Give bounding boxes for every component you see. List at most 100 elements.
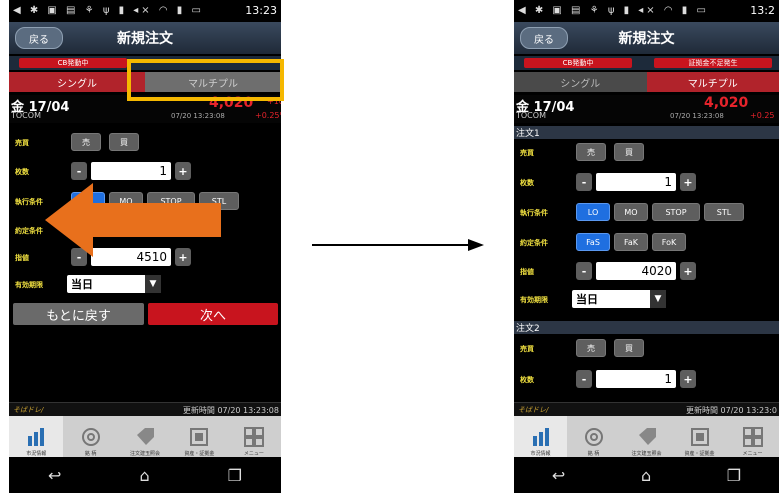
order1-header: 注文1 — [514, 126, 779, 139]
next-button[interactable]: 次へ — [148, 303, 278, 325]
tab-label: 注文建玉照会 — [130, 451, 161, 457]
price-minus-button[interactable]: - — [576, 262, 592, 280]
tab-instruments[interactable]: 銘 柄 — [63, 416, 117, 460]
fill-fok-button[interactable]: FoK — [652, 233, 686, 251]
tab-label: 資産・証拠金 — [184, 451, 215, 457]
brand-logo: そばドレ/ — [518, 406, 549, 414]
phone-screen-right: ◀ ✱ ▣ ▤ ⚘ ψ ▮ ◂× ◠ ▮ ▭ 13:2 戻る 新規注文 CB発動… — [514, 0, 779, 493]
bottom-tab-bar: 市況情報 銘 柄 注文建玉照会 資産・証拠金 メニュー — [9, 416, 281, 460]
tab-market[interactable]: 市況情報 — [514, 416, 567, 460]
sell-button[interactable]: 売 — [71, 133, 101, 151]
tab-menu[interactable]: メニュー — [227, 416, 281, 460]
chart-icon — [532, 428, 549, 446]
exec-label: 執行条件 — [15, 198, 43, 206]
tab-orders[interactable]: 注文建玉照会 — [118, 416, 172, 460]
home-icon[interactable]: ⌂ — [139, 466, 149, 485]
back-icon[interactable]: ↩ — [552, 466, 565, 485]
tag-icon — [638, 428, 656, 445]
qty-plus-button[interactable]: + — [680, 173, 696, 191]
back-button[interactable]: 戻る — [15, 27, 63, 49]
target-icon — [584, 428, 603, 446]
price-row: 指値 - 4020 + — [514, 262, 779, 284]
exec-lo-button[interactable]: LO — [576, 203, 610, 221]
back-button[interactable]: 戻る — [520, 27, 568, 49]
recents-icon[interactable]: ❐ — [228, 466, 242, 485]
safe-icon — [690, 428, 709, 446]
quote-timestamp: 07/20 13:23:08 — [670, 112, 724, 120]
home-icon[interactable]: ⌂ — [641, 466, 651, 485]
exec-stop-button[interactable]: STOP — [652, 203, 700, 221]
tab-multiple[interactable]: マルチプル — [646, 72, 779, 92]
expiry-select[interactable]: 当日 ▼ — [67, 275, 161, 293]
tab-single[interactable]: シングル — [9, 72, 145, 92]
price-plus-button[interactable]: + — [680, 262, 696, 280]
order-type-segment: シングル マルチプル — [514, 72, 779, 92]
tab-menu[interactable]: メニュー — [726, 416, 779, 460]
tab-label: 注文建玉照会 — [631, 451, 662, 457]
qty-label: 枚数 — [520, 179, 534, 187]
buy-button-2[interactable]: 買 — [614, 339, 644, 357]
fill-label: 約定条件 — [15, 227, 43, 235]
exec-mo-button[interactable]: MO — [614, 203, 648, 221]
tab-single[interactable]: シングル — [514, 72, 647, 92]
tag-icon — [137, 428, 155, 445]
exec-row: 執行条件 LO MO STOP STL — [514, 203, 779, 225]
update-time: 更新時間 07/20 13:23:0 — [686, 405, 777, 415]
exec-stl-button[interactable]: STL — [704, 203, 744, 221]
qty-input[interactable]: 1 — [91, 162, 171, 180]
qty-input-2[interactable]: 1 — [596, 370, 676, 388]
flow-arrow-icon — [312, 239, 484, 251]
status-bar: ◀ ✱ ▣ ▤ ⚘ ψ ▮ ◂× ◠ ▮ ▭ 13:23 — [9, 0, 281, 20]
status-icons: ◀ ✱ ▣ ▤ ⚘ ψ ▮ ◂× ◠ ▮ ▭ — [518, 4, 709, 16]
quote-timestamp: 07/20 13:23:08 — [171, 112, 225, 120]
qty-minus-button[interactable]: - — [71, 162, 87, 180]
sell-button-2[interactable]: 売 — [576, 339, 606, 357]
status-bar: ◀ ✱ ▣ ▤ ⚘ ψ ▮ ◂× ◠ ▮ ▭ 13:2 — [514, 0, 779, 20]
qty-input[interactable]: 1 — [596, 173, 676, 191]
qty-plus-button-2[interactable]: + — [680, 370, 696, 388]
tab-assets[interactable]: 資産・証拠金 — [673, 416, 726, 460]
back-icon[interactable]: ↩ — [48, 466, 61, 485]
qty-minus-button[interactable]: - — [576, 173, 592, 191]
quote-panel: 金 17/04 TOCOM 4,020 07/20 13:23:08 +0.25 — [514, 95, 779, 123]
qty-row-2: 枚数 - 1 + — [514, 370, 779, 392]
cb-badge: CB発動中 — [19, 58, 127, 68]
buy-button[interactable]: 買 — [109, 133, 139, 151]
chevron-down-icon: ▼ — [650, 290, 666, 308]
reset-button[interactable]: もとに戻す — [13, 303, 144, 325]
qty-plus-button[interactable]: + — [175, 162, 191, 180]
qty-minus-button-2[interactable]: - — [576, 370, 592, 388]
fill-fas-button[interactable]: FaS — [576, 233, 610, 251]
tab-market[interactable]: 市況情報 — [9, 416, 64, 460]
tab-assets[interactable]: 資産・証拠金 — [172, 416, 226, 460]
margin-shortage-badge: 証拠金不足発生 — [654, 58, 772, 68]
tab-orders[interactable]: 注文建玉照会 — [620, 416, 673, 460]
recents-icon[interactable]: ❐ — [727, 466, 741, 485]
exchange-name: TOCOM — [11, 111, 41, 120]
title-bar: 戻る 新規注文 — [9, 22, 281, 54]
side-label: 売買 — [520, 345, 534, 353]
fill-fak-button[interactable]: FaK — [614, 233, 648, 251]
exec-label: 執行条件 — [520, 209, 548, 217]
expiry-label: 有効期限 — [15, 281, 43, 289]
expiry-select[interactable]: 当日 ▼ — [572, 290, 666, 308]
expiry-value: 当日 — [71, 278, 93, 291]
expiry-label: 有効期限 — [520, 296, 548, 304]
expiry-row: 有効期限 当日 ▼ — [514, 290, 779, 312]
price-input[interactable]: 4020 — [596, 262, 676, 280]
qty-row: 枚数 - 1 + — [9, 162, 281, 184]
fill-row: 約定条件 FaS FaK FoK — [514, 233, 779, 255]
tab-label: 資産・証拠金 — [684, 451, 715, 457]
safe-icon — [190, 428, 209, 446]
price-change-pct: +0.25% — [255, 111, 281, 120]
qty-label: 枚数 — [15, 168, 29, 176]
side-row: 売買 売 買 — [514, 143, 779, 165]
tab-label: 銘 柄 — [587, 451, 600, 457]
sell-button[interactable]: 売 — [576, 143, 606, 161]
tab-instruments[interactable]: 銘 柄 — [567, 416, 620, 460]
expiry-row: 有効期限 当日 ▼ — [9, 275, 281, 297]
side-row: 売買 売 買 — [9, 133, 281, 155]
status-time: 13:2 — [750, 3, 775, 17]
expiry-value: 当日 — [576, 293, 598, 306]
buy-button[interactable]: 買 — [614, 143, 644, 161]
